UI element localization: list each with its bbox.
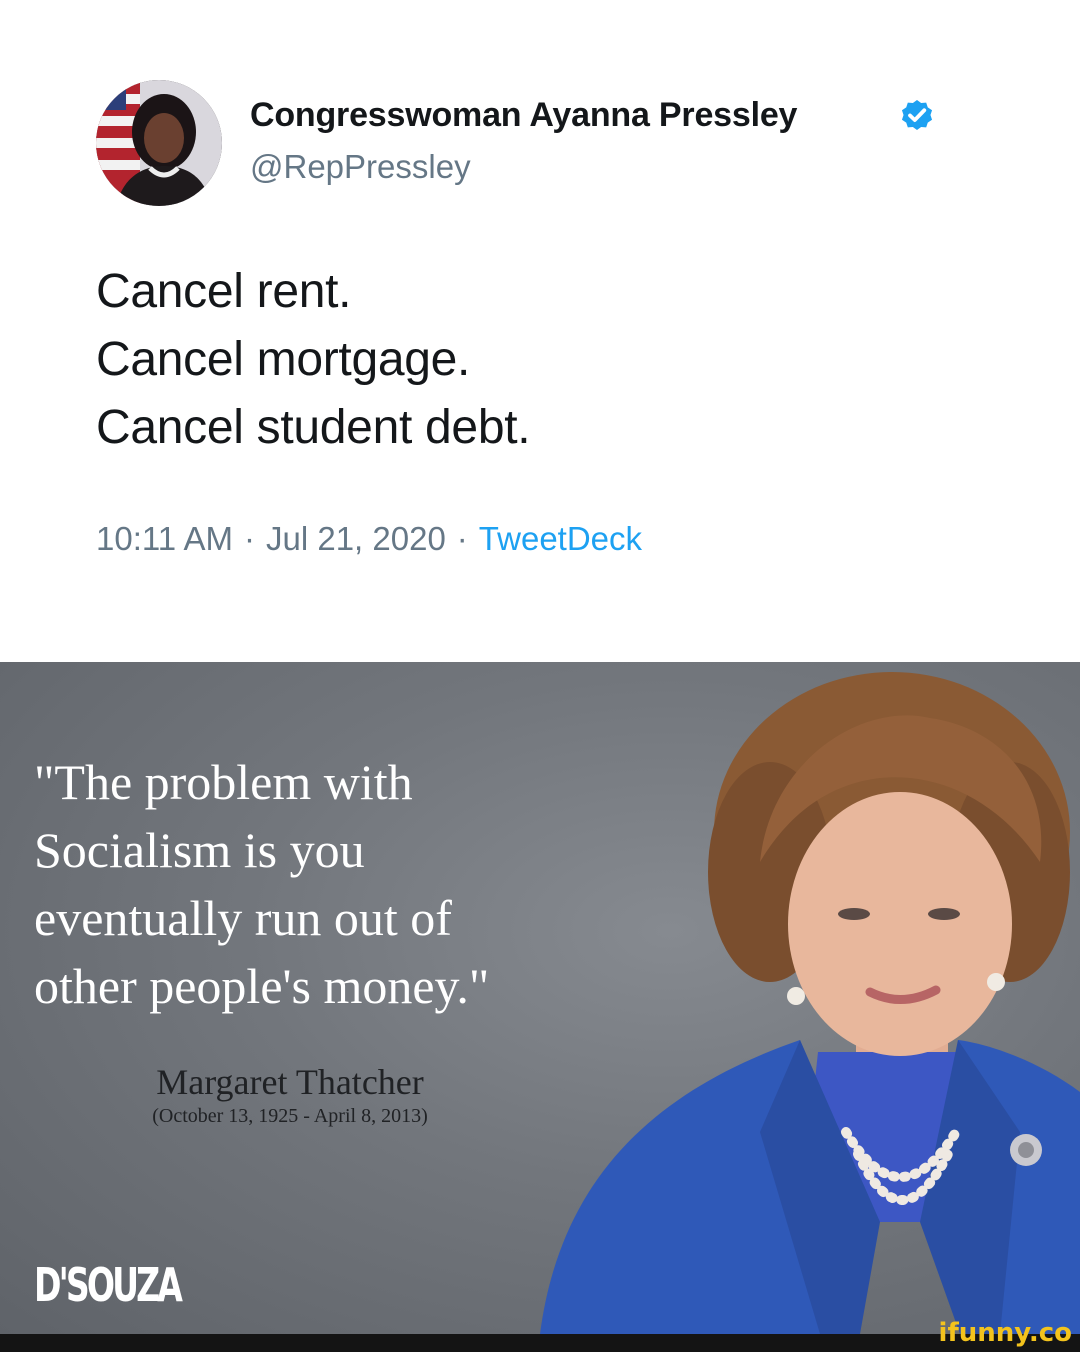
author-name[interactable]: Congresswoman Ayanna Pressley — [250, 96, 797, 135]
tweet-card: Congresswoman Ayanna Pressley @RepPressl… — [0, 0, 1080, 662]
tweet-line: Cancel rent. — [96, 265, 352, 318]
tweet-time[interactable]: 10:11 AM — [96, 520, 233, 557]
ifunny-watermark: ifunny.co — [938, 1318, 1072, 1348]
brand-logo: D'SOUZA — [34, 1258, 183, 1312]
quote-poster-image: "The problem with Socialism is you event… — [0, 662, 1080, 1334]
tweet-text: Cancel rent. Cancel mortgage. Cancel stu… — [96, 258, 531, 462]
separator: · — [456, 520, 468, 557]
tweet-metadata: 10:11 AM · Jul 21, 2020 · TweetDeck — [96, 520, 642, 558]
separator: · — [243, 520, 255, 557]
tweet-source-link[interactable]: TweetDeck — [479, 520, 642, 557]
quote-line: other people's money." — [34, 958, 490, 1014]
watermark-strip — [0, 1334, 1080, 1352]
author-handle[interactable]: @RepPressley — [250, 148, 471, 186]
tweet-date[interactable]: Jul 21, 2020 — [266, 520, 446, 557]
quote-line: eventually run out of — [34, 890, 452, 946]
quote-text: "The problem with Socialism is you event… — [34, 748, 489, 1020]
quote-line: Socialism is you — [34, 822, 365, 878]
verified-badge-icon — [901, 99, 933, 131]
quote-author-dates: (October 13, 1925 - April 8, 2013) — [152, 1105, 428, 1127]
tweet-line: Cancel mortgage. — [96, 333, 471, 386]
quote-author-name: Margaret Thatcher — [156, 1062, 424, 1102]
author-avatar[interactable] — [96, 80, 222, 206]
avatar-photo — [96, 80, 222, 206]
quote-attribution: Margaret Thatcher (October 13, 1925 - Ap… — [60, 1060, 520, 1128]
quote-line: "The problem with — [34, 754, 413, 810]
tweet-line: Cancel student debt. — [96, 401, 531, 454]
